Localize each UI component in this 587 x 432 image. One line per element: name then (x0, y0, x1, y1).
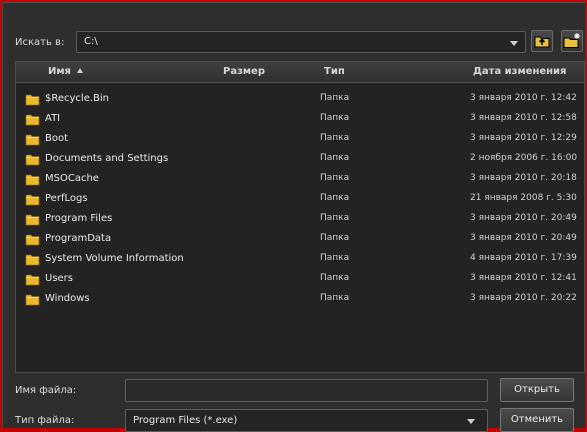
file-row[interactable]: Windows Папка 3 января 2010 г. 20:22 (16, 290, 584, 310)
file-row[interactable]: Users Папка 3 января 2010 г. 12:41 (16, 270, 584, 290)
file-name: PerfLogs (45, 193, 88, 204)
folder-icon (25, 174, 40, 186)
file-type: Папка (320, 153, 350, 163)
file-modified: 3 января 2010 г. 12:42 (470, 93, 577, 103)
column-header-name[interactable]: Имя (48, 66, 83, 77)
file-name: System Volume Information (45, 253, 184, 264)
file-name: Boot (45, 133, 69, 144)
up-one-level-button[interactable] (531, 30, 553, 52)
file-name: Program Files (45, 213, 113, 224)
file-name: MSOCache (45, 173, 99, 184)
folder-icon (25, 154, 40, 166)
filetype-combobox[interactable]: Program Files (*.exe) (125, 409, 488, 432)
file-type: Папка (320, 193, 350, 203)
file-row[interactable]: Program Files Папка 3 января 2010 г. 20:49 (16, 210, 584, 230)
file-modified: 3 января 2010 г. 12:29 (470, 133, 577, 143)
file-rows: $Recycle.Bin Папка 3 января 2010 г. 12:42 A… (16, 90, 584, 310)
file-type: Папка (320, 273, 350, 283)
file-row[interactable]: System Volume Information Папка 4 января 2… (16, 250, 584, 270)
file-row[interactable]: ProgramData Папка 3 января 2010 г. 20:49 (16, 230, 584, 250)
open-button[interactable]: Открыть (500, 378, 574, 402)
folder-icon (25, 214, 40, 226)
folder-icon (25, 274, 40, 286)
file-modified: 3 января 2010 г. 20:18 (470, 173, 577, 183)
filetype-value: Program Files (*.exe) (133, 415, 238, 426)
file-row[interactable]: Boot Папка 3 января 2010 г. 12:29 (16, 130, 584, 150)
file-type: Папка (320, 93, 350, 103)
folder-icon (25, 254, 40, 266)
file-type: Папка (320, 253, 350, 263)
chevron-down-icon[interactable] (510, 41, 518, 46)
filename-input[interactable] (125, 379, 488, 402)
look-in-combobox[interactable]: C:\ (76, 31, 526, 53)
folder-up-icon (534, 36, 550, 48)
file-modified: 3 января 2010 г. 20:49 (470, 213, 577, 223)
file-list-header: Имя Размер Тип Дата изменения (16, 62, 584, 83)
chevron-down-icon[interactable] (467, 419, 475, 424)
open-file-dialog: Искать в: C:\ Имя Размер Тип Дата измене… (2, 2, 585, 432)
folder-icon (25, 94, 40, 106)
folder-icon (25, 294, 40, 306)
file-row[interactable]: MSOCache Папка 3 января 2010 г. 20:18 (16, 170, 584, 190)
file-name: Documents and Settings (45, 153, 169, 164)
column-header-size[interactable]: Размер (223, 66, 265, 77)
file-row[interactable]: $Recycle.Bin Папка 3 января 2010 г. 12:42 (16, 90, 584, 110)
look-in-label: Искать в: (15, 37, 65, 48)
file-name: ProgramData (45, 233, 112, 244)
column-header-name-label: Имя (48, 66, 71, 77)
file-modified: 2 ноября 2006 г. 16:00 (470, 153, 578, 163)
file-type: Папка (320, 233, 350, 243)
filename-label: Имя файла: (15, 385, 77, 396)
file-row[interactable]: Documents and Settings Папка 2 ноября 2006… (16, 150, 584, 170)
folder-icon (25, 114, 40, 126)
file-name: Users (45, 273, 74, 284)
file-type: Папка (320, 173, 350, 183)
file-modified: 4 января 2010 г. 17:39 (470, 253, 577, 263)
new-folder-icon (563, 33, 580, 48)
folder-icon (25, 234, 40, 246)
file-name: Windows (45, 293, 90, 304)
file-type: Папка (320, 113, 350, 123)
file-modified: 3 января 2010 г. 20:49 (470, 233, 577, 243)
file-modified: 3 января 2010 г. 12:41 (470, 273, 577, 283)
file-modified: 3 января 2010 г. 20:22 (470, 293, 577, 303)
column-header-modified[interactable]: Дата изменения (473, 66, 566, 77)
file-row[interactable]: ATI Папка 3 января 2010 г. 12:58 (16, 110, 584, 130)
filetype-label: Тип файла: (15, 415, 75, 426)
cancel-button[interactable]: Отменить (500, 408, 574, 432)
file-modified: 21 января 2008 г. 5:30 (470, 193, 577, 203)
look-in-path: C:\ (84, 36, 98, 47)
new-folder-button[interactable] (561, 30, 583, 52)
file-type: Папка (320, 293, 350, 303)
sort-ascending-icon (76, 68, 83, 73)
file-type: Папка (320, 213, 350, 223)
file-type: Папка (320, 133, 350, 143)
file-list[interactable]: Имя Размер Тип Дата изменения $Recycle.B… (15, 61, 585, 373)
file-name: ATI (45, 113, 61, 124)
file-name: $Recycle.Bin (45, 93, 110, 104)
folder-icon (25, 134, 40, 146)
folder-icon (25, 194, 40, 206)
column-header-type[interactable]: Тип (324, 66, 345, 77)
file-row[interactable]: PerfLogs Папка 21 января 2008 г. 5:30 (16, 190, 584, 210)
file-modified: 3 января 2010 г. 12:58 (470, 113, 577, 123)
